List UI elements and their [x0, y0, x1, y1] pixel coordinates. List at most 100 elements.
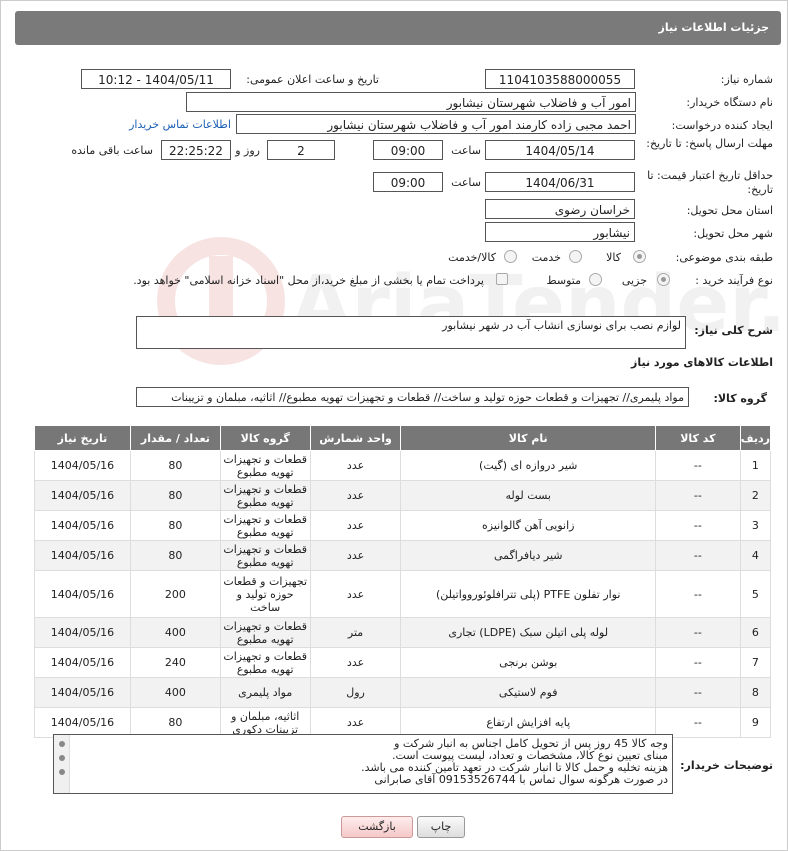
- cell-date: 1404/05/16: [34, 480, 131, 511]
- cell-name: بست لوله: [400, 480, 656, 511]
- cell-name: بوشن برنجی: [400, 647, 656, 678]
- notes-field[interactable]: وجه کالا 45 روز پس از تحویل کامل اجناس ب…: [53, 734, 673, 794]
- cell-group: مواد پلیمری: [219, 677, 311, 708]
- buyer-org-label: نام دستگاه خریدار:: [686, 96, 773, 109]
- table-header-row: ردیف کد کالا نام کالا واحد شمارش گروه کا…: [34, 425, 772, 451]
- category-radio-both[interactable]: [504, 250, 517, 263]
- goods-group-label: گروه کالا:: [713, 392, 767, 405]
- category-radio-goods[interactable]: [633, 250, 646, 263]
- table-row: 4 -- شیر دیافراگمی عدد قطعات و تجهیزات تهویه…: [34, 540, 772, 571]
- reply-date-field[interactable]: 1404/05/14: [485, 140, 635, 160]
- cell-date: 1404/05/16: [34, 617, 131, 648]
- cell-code: --: [654, 450, 741, 481]
- cell-group: تجهیزات و قطعات حوزه تولید و ساخت: [219, 570, 311, 618]
- cell-date: 1404/05/16: [34, 677, 131, 708]
- need-number-field[interactable]: 1104103588000055: [485, 69, 635, 89]
- process-label: نوع فرآیند خرید :: [695, 274, 773, 287]
- treasury-checkbox[interactable]: [496, 273, 508, 285]
- table-row: 2 -- بست لوله عدد قطعات و تجهیزات تهویه مطبو…: [34, 480, 772, 511]
- cell-qty: 80: [129, 540, 221, 571]
- cell-code: --: [654, 647, 741, 678]
- cell-code: --: [654, 480, 741, 511]
- cell-date: 1404/05/16: [34, 570, 131, 618]
- reply-time-label: ساعت: [451, 144, 481, 157]
- cell-code: --: [654, 707, 741, 738]
- remaining-label: ساعت باقی مانده: [71, 144, 153, 157]
- description-label: شرح کلی نیاز:: [694, 324, 773, 337]
- cell-unit: عدد: [309, 450, 402, 481]
- goods-group-field[interactable]: مواد پلیمری// تجهیزات و قطعات حوزه تولید…: [136, 387, 689, 407]
- cell-group: قطعات و تجهیزات تهویه مطبوع: [219, 510, 311, 541]
- notes-line: در صورت هرگونه سوال تماس با 09153526744 …: [374, 773, 668, 786]
- process-radio-minor[interactable]: [657, 273, 670, 286]
- col-row: ردیف: [739, 425, 772, 451]
- table-row: 9 -- پایه افزایش ارتفاع عدد اثاثیه، مبلمان و…: [34, 707, 772, 738]
- cell-qty: 400: [129, 617, 221, 648]
- cell-group: قطعات و تجهیزات تهویه مطبوع: [219, 450, 311, 481]
- cell-row-number: 6: [739, 617, 772, 648]
- cell-name: شیر دیافراگمی: [400, 540, 656, 571]
- requester-label: ایجاد کننده درخواست:: [671, 119, 773, 132]
- cell-name: زانویی آهن گالوانیزه: [400, 510, 656, 541]
- cell-unit: متر: [309, 617, 402, 648]
- cell-qty: 80: [129, 707, 221, 738]
- cell-qty: 80: [129, 480, 221, 511]
- cell-date: 1404/05/16: [34, 647, 131, 678]
- cell-group: قطعات و تجهیزات تهویه مطبوع: [219, 480, 311, 511]
- table-row: 3 -- زانویی آهن گالوانیزه عدد قطعات و تجهیزا…: [34, 510, 772, 541]
- process-option-medium: متوسط: [546, 274, 581, 287]
- cell-code: --: [654, 510, 741, 541]
- announce-field[interactable]: 1404/05/11 - 10:12: [81, 69, 231, 89]
- city-field[interactable]: نیشابور: [485, 222, 635, 242]
- back-button[interactable]: بازگشت: [341, 816, 413, 838]
- price-validity-label: حداقل تاریخ اعتبار قیمت: تا تاریخ:: [647, 169, 773, 196]
- table-row: 1 -- شیر دروازه ای (گیت) عدد قطعات و تجهیزات…: [34, 450, 772, 481]
- cell-unit: عدد: [309, 707, 402, 738]
- cell-group: اثاثیه، مبلمان و تزیینات دکوری: [219, 707, 311, 738]
- buyer-contact-link[interactable]: اطلاعات تماس خریدار: [129, 118, 231, 131]
- city-label: شهر محل تحویل:: [693, 227, 773, 240]
- print-button[interactable]: چاپ: [417, 816, 465, 838]
- price-date-field[interactable]: 1404/06/31: [485, 172, 635, 192]
- process-radio-medium[interactable]: [589, 273, 602, 286]
- cell-row-number: 7: [739, 647, 772, 678]
- cell-code: --: [654, 540, 741, 571]
- cell-row-number: 2: [739, 480, 772, 511]
- col-unit: واحد شمارش: [309, 425, 402, 451]
- remaining-time-field[interactable]: 22:25:22: [161, 140, 231, 160]
- buyer-org-field[interactable]: امور آب و فاضلاب شهرستان نیشابور: [186, 92, 636, 112]
- process-option-minor: جزیی: [621, 274, 647, 287]
- need-number-label: شماره نیاز:: [720, 73, 773, 86]
- price-time-label: ساعت: [451, 176, 481, 189]
- cell-group: قطعات و تجهیزات تهویه مطبوع: [219, 540, 311, 571]
- cell-name: لوله پلی اتیلن سبک (LDPE) تجاری: [400, 617, 656, 648]
- cell-code: --: [654, 570, 741, 618]
- cell-row-number: 3: [739, 510, 772, 541]
- page: جزئیات اطلاعات نیاز AriaTender.net شماره…: [0, 0, 788, 851]
- province-label: استان محل تحویل:: [686, 204, 773, 217]
- cell-unit: عدد: [309, 540, 402, 571]
- col-code: کد کالا: [654, 425, 741, 451]
- cell-date: 1404/05/16: [34, 450, 131, 481]
- category-radio-service[interactable]: [569, 250, 582, 263]
- notes-scrollbar[interactable]: [54, 735, 70, 793]
- cell-name: شیر دروازه ای (گیت): [400, 450, 656, 481]
- requester-field[interactable]: احمد مجبی زاده کارمند امور آب و فاضلاب ش…: [236, 114, 636, 134]
- cell-unit: عدد: [309, 647, 402, 678]
- items-table: ردیف کد کالا نام کالا واحد شمارش گروه کا…: [34, 425, 772, 738]
- reply-time-field[interactable]: 09:00: [373, 140, 443, 160]
- province-field[interactable]: خراسان رضوی: [485, 199, 635, 219]
- description-field[interactable]: لوازم نصب برای نوسازی انشاب آب در شهر نی…: [136, 316, 686, 349]
- cell-row-number: 4: [739, 540, 772, 571]
- scroll-dot-icon: [58, 755, 65, 761]
- cell-qty: 80: [129, 450, 221, 481]
- cell-date: 1404/05/16: [34, 707, 131, 738]
- goods-info-title: اطلاعات کالاهای مورد نیاز: [631, 356, 773, 369]
- cell-group: قطعات و تجهیزات تهویه مطبوع: [219, 617, 311, 648]
- scroll-dot-icon: [58, 769, 65, 775]
- cell-row-number: 5: [739, 570, 772, 618]
- cell-qty: 200: [129, 570, 221, 618]
- price-time-field[interactable]: 09:00: [373, 172, 443, 192]
- days-field[interactable]: 2: [267, 140, 335, 160]
- cell-group: قطعات و تجهیزات تهویه مطبوع: [219, 647, 311, 678]
